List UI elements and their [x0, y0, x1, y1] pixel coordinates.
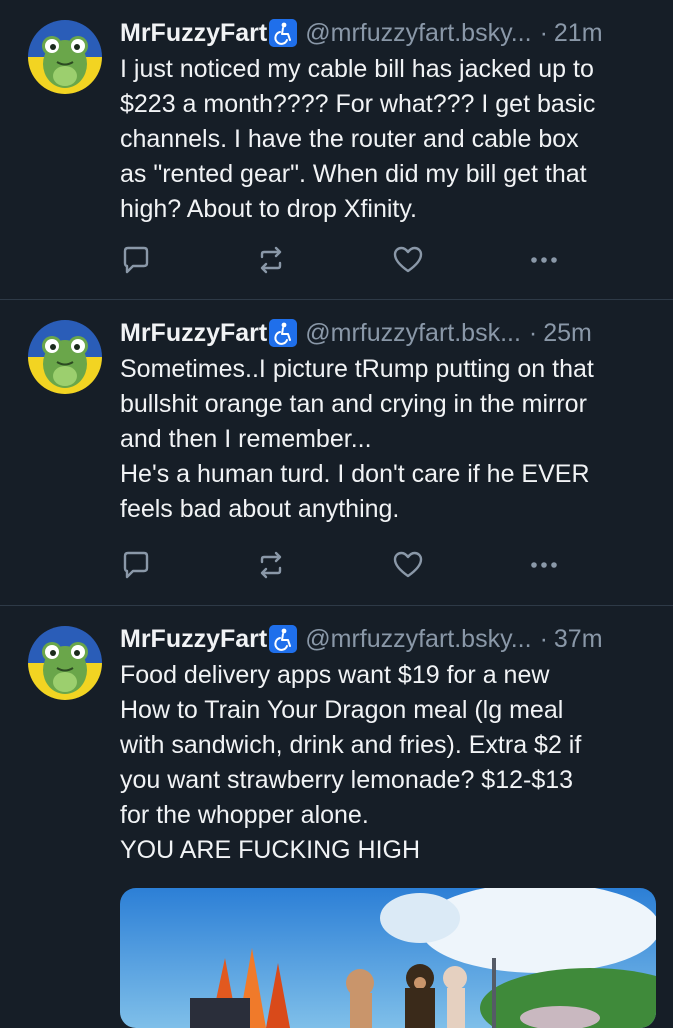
- post-header: MrFuzzyFart @mrfuzzyfart.bsky... · 21m: [120, 14, 657, 52]
- display-name[interactable]: MrFuzzyFart: [120, 319, 267, 348]
- display-name[interactable]: MrFuzzyFart: [120, 19, 267, 48]
- post-image[interactable]: [120, 888, 656, 1028]
- post-header: MrFuzzyFart @mrfuzzyfart.bsk... · 25m: [120, 314, 657, 352]
- separator: ·: [539, 624, 548, 653]
- display-name[interactable]: MrFuzzyFart: [120, 625, 267, 654]
- handle[interactable]: @mrfuzzyfart.bsky...: [305, 625, 531, 654]
- avatar[interactable]: [28, 320, 102, 394]
- accessibility-icon: [269, 319, 298, 347]
- heart-icon[interactable]: [392, 549, 424, 581]
- post[interactable]: MrFuzzyFart @mrfuzzyfart.bsky... · 37m F…: [0, 606, 673, 1028]
- post-text: I just noticed my cable bill has jacked …: [120, 55, 596, 223]
- more-options-icon[interactable]: [528, 244, 560, 276]
- post[interactable]: MrFuzzyFart @mrfuzzyfart.bsky... · 21m I…: [0, 0, 673, 300]
- post-actions: [120, 240, 633, 280]
- post-actions: [120, 545, 633, 585]
- post-text: Food delivery apps want $19 for a new Ho…: [120, 661, 582, 864]
- avatar[interactable]: [28, 626, 102, 700]
- repost-icon[interactable]: [255, 244, 287, 276]
- reply-icon[interactable]: [120, 244, 152, 276]
- timestamp[interactable]: 37m: [554, 625, 603, 654]
- more-options-icon[interactable]: [528, 549, 560, 581]
- post-content: MrFuzzyFart @mrfuzzyfart.bsky... · 37m F…: [120, 620, 657, 868]
- heart-icon[interactable]: [392, 244, 424, 276]
- post[interactable]: MrFuzzyFart @mrfuzzyfart.bsk... · 25m So…: [0, 300, 673, 606]
- post-content: MrFuzzyFart @mrfuzzyfart.bsky... · 21m I…: [120, 14, 657, 227]
- handle[interactable]: @mrfuzzyfart.bsk...: [305, 319, 521, 348]
- repost-icon[interactable]: [255, 549, 287, 581]
- reply-icon[interactable]: [120, 549, 152, 581]
- post-content: MrFuzzyFart @mrfuzzyfart.bsk... · 25m So…: [120, 314, 657, 527]
- handle[interactable]: @mrfuzzyfart.bsky...: [305, 19, 531, 48]
- separator: ·: [539, 18, 548, 47]
- timestamp[interactable]: 21m: [554, 19, 603, 48]
- timestamp[interactable]: 25m: [543, 319, 592, 348]
- post-header: MrFuzzyFart @mrfuzzyfart.bsky... · 37m: [120, 620, 657, 658]
- post-text: Sometimes..I picture tRump putting on th…: [120, 355, 594, 523]
- accessibility-icon: [269, 625, 298, 653]
- separator: ·: [528, 318, 538, 347]
- avatar[interactable]: [28, 20, 102, 94]
- accessibility-icon: [269, 19, 298, 47]
